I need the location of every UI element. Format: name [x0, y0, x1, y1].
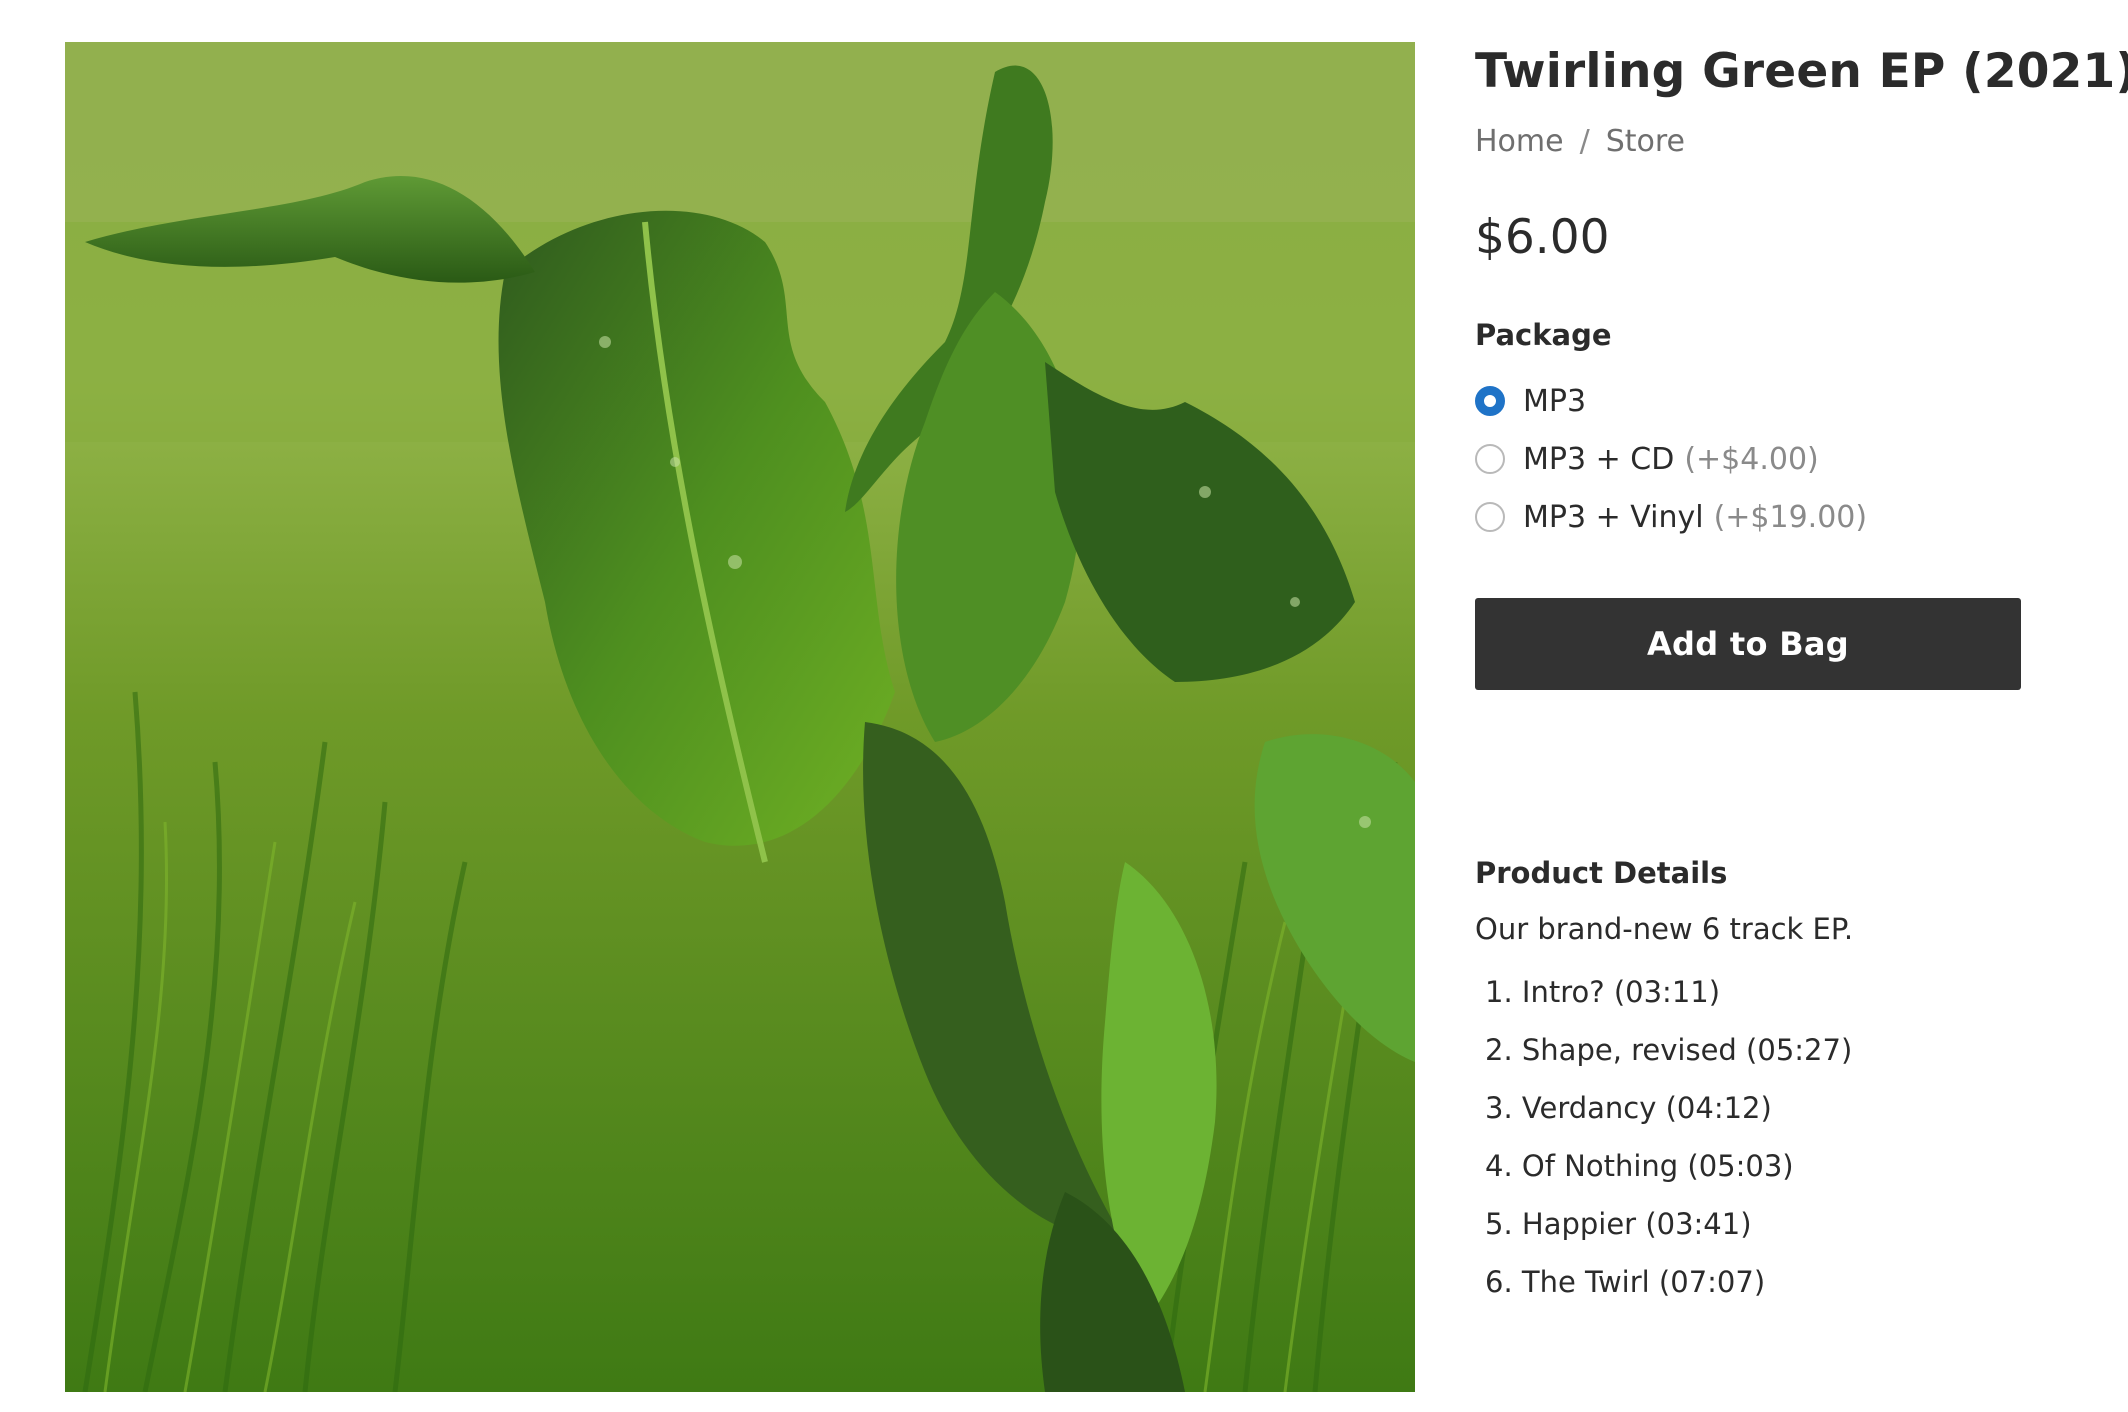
track-list: 1. Intro? (03:11) 2. Shape, revised (05:…	[1475, 975, 1852, 1323]
breadcrumb-home-link[interactable]: Home	[1475, 124, 1564, 159]
product-description: Our brand-new 6 track EP.	[1475, 912, 1854, 946]
package-option-addon-price: (+$19.00)	[1713, 499, 1868, 535]
package-option-addon-price: (+$4.00)	[1684, 441, 1819, 477]
breadcrumb-store-link[interactable]: Store	[1606, 124, 1685, 159]
package-option-mp3-cd[interactable]: MP3 + CD (+$4.00)	[1475, 430, 1867, 488]
radio-selected-icon[interactable]	[1475, 386, 1505, 416]
track-item: 4. Of Nothing (05:03)	[1485, 1149, 1794, 1183]
track-item: 2. Shape, revised (05:27)	[1485, 1033, 1853, 1067]
product-price: $6.00	[1475, 210, 1610, 265]
track-item: 5. Happier (03:41)	[1485, 1207, 1752, 1241]
package-option-mp3[interactable]: MP3	[1475, 372, 1867, 430]
track-item: 6. The Twirl (07:07)	[1485, 1265, 1766, 1299]
add-to-bag-button[interactable]: Add to Bag	[1475, 598, 2021, 690]
package-option-label: MP3 + Vinyl	[1523, 499, 1704, 535]
package-options: MP3 MP3 + CD (+$4.00) MP3 + Vinyl (+$19.…	[1475, 372, 1867, 546]
track-item: 1. Intro? (03:11)	[1485, 975, 1721, 1009]
breadcrumb: Home / Store	[1475, 124, 1685, 159]
product-page: Twirling Green EP (2021) Home / Store $6.0…	[0, 0, 2128, 1412]
package-label: Package	[1475, 318, 1612, 352]
package-option-label: MP3	[1523, 383, 1587, 419]
radio-unselected-icon[interactable]	[1475, 502, 1505, 532]
product-details-heading: Product Details	[1475, 856, 1728, 890]
breadcrumb-separator: /	[1579, 124, 1590, 159]
package-option-mp3-vinyl[interactable]: MP3 + Vinyl (+$19.00)	[1475, 488, 1867, 546]
album-cover-image	[65, 42, 1415, 1392]
product-title: Twirling Green EP (2021)	[1475, 44, 2128, 99]
track-item: 3. Verdancy (04:12)	[1485, 1091, 1772, 1125]
package-option-label: MP3 + CD	[1523, 441, 1675, 477]
radio-unselected-icon[interactable]	[1475, 444, 1505, 474]
